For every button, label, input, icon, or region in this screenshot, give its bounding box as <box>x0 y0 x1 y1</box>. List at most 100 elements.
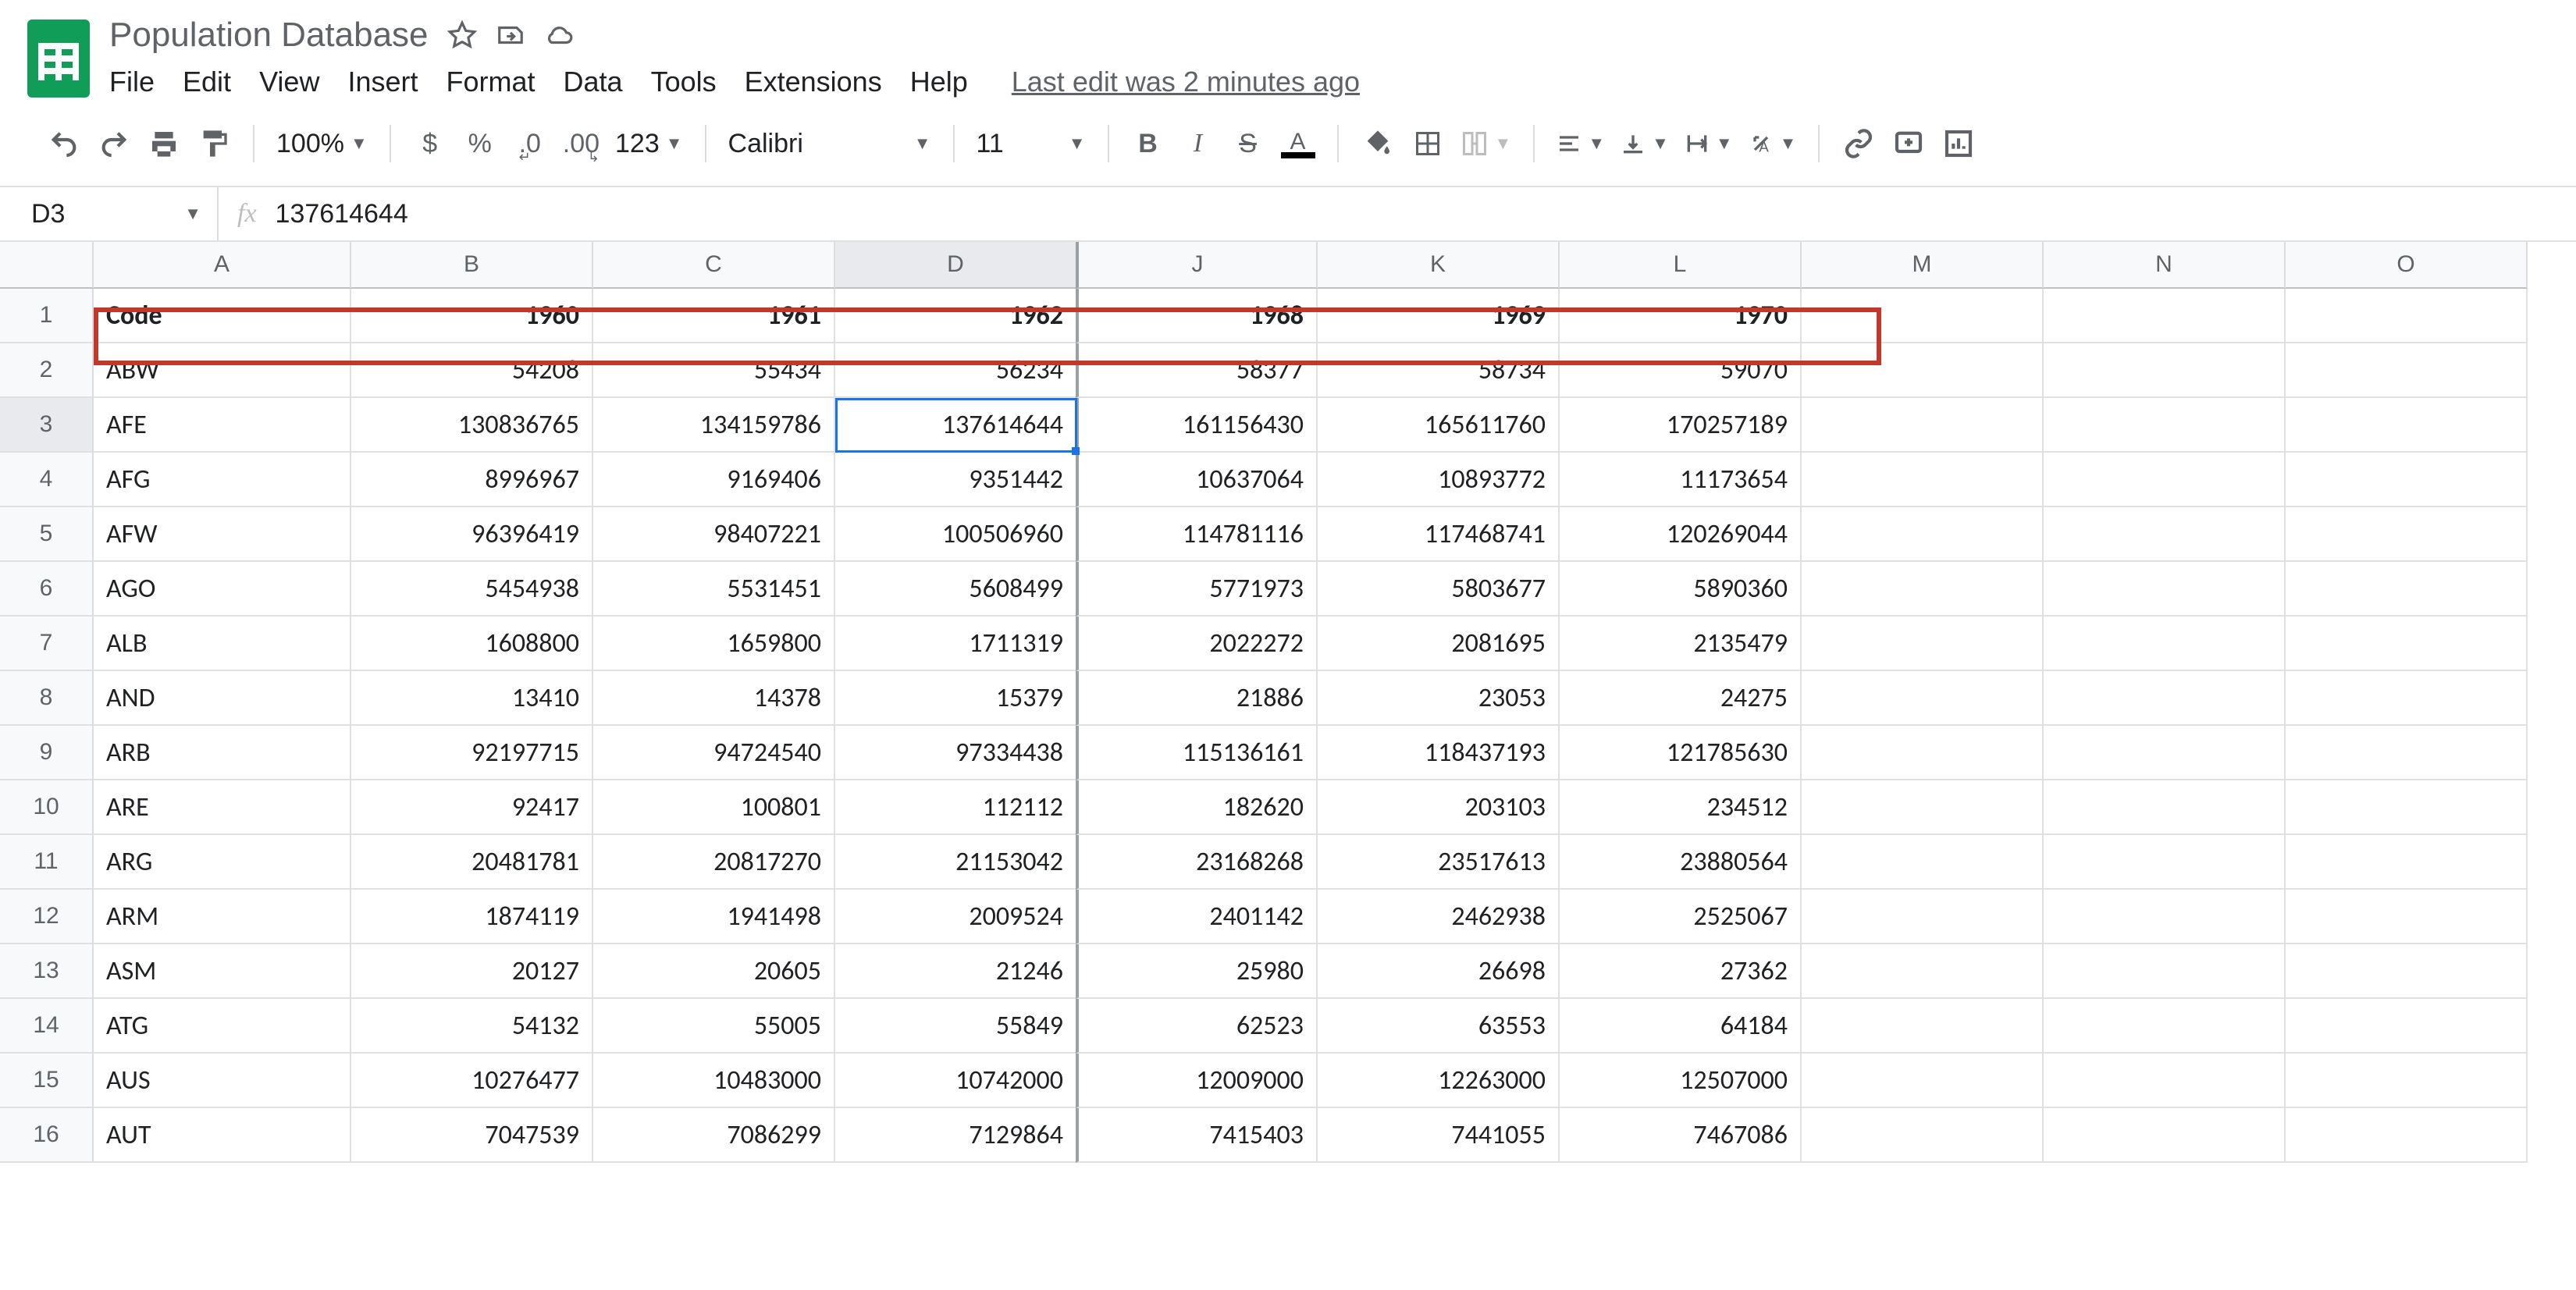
cell[interactable]: 5454938 <box>351 562 593 617</box>
cell[interactable]: AND <box>94 671 351 726</box>
cell[interactable] <box>2044 562 2286 617</box>
menu-insert[interactable]: Insert <box>347 66 418 98</box>
cell[interactable]: 9351442 <box>835 453 1077 507</box>
cell[interactable]: AGO <box>94 562 351 617</box>
cell[interactable] <box>1802 780 2044 835</box>
row-head-12[interactable]: 12 <box>0 890 94 944</box>
cell[interactable] <box>2044 1054 2286 1108</box>
cell[interactable] <box>2044 890 2286 944</box>
cell[interactable]: 137614644 <box>835 398 1077 453</box>
cell[interactable]: 10483000 <box>593 1054 835 1108</box>
zoom-select[interactable]: 100%▼ <box>276 129 368 159</box>
cell[interactable] <box>2044 453 2286 507</box>
font-select[interactable]: Calibri▼ <box>728 129 931 159</box>
cell[interactable]: 234512 <box>1560 780 1802 835</box>
cell[interactable]: 1969 <box>1318 289 1560 343</box>
row-head-10[interactable]: 10 <box>0 780 94 835</box>
cell[interactable]: 26698 <box>1318 944 1560 999</box>
cell[interactable]: 10637064 <box>1076 453 1318 507</box>
cell[interactable] <box>2286 289 2528 343</box>
cell[interactable] <box>2044 398 2286 453</box>
cell[interactable]: ASM <box>94 944 351 999</box>
cell[interactable]: 203103 <box>1318 780 1560 835</box>
menu-data[interactable]: Data <box>564 66 623 98</box>
cell[interactable]: 96396419 <box>351 507 593 562</box>
rotate-button[interactable]: A▼ <box>1749 131 1797 156</box>
cell[interactable]: 7129864 <box>835 1108 1077 1163</box>
cell[interactable]: 25980 <box>1076 944 1318 999</box>
cell[interactable]: 58734 <box>1318 343 1560 398</box>
cell[interactable] <box>2286 671 2528 726</box>
cell[interactable] <box>1802 453 2044 507</box>
cell[interactable]: 54208 <box>351 343 593 398</box>
cell[interactable]: 55849 <box>835 999 1077 1054</box>
cell[interactable] <box>2286 453 2528 507</box>
cell[interactable]: 15379 <box>835 671 1077 726</box>
row-head-15[interactable]: 15 <box>0 1054 94 1108</box>
cell[interactable]: 9169406 <box>593 453 835 507</box>
cell[interactable] <box>2286 890 2528 944</box>
cell[interactable] <box>1802 617 2044 671</box>
cell[interactable]: 59070 <box>1560 343 1802 398</box>
cell[interactable]: 134159786 <box>593 398 835 453</box>
cell[interactable]: 54132 <box>351 999 593 1054</box>
cell[interactable]: 1608800 <box>351 617 593 671</box>
name-box[interactable]: D3▼ <box>0 187 219 240</box>
cell[interactable]: ARB <box>94 726 351 780</box>
cell[interactable]: 1970 <box>1560 289 1802 343</box>
cell[interactable]: 5803677 <box>1318 562 1560 617</box>
row-head-7[interactable]: 7 <box>0 617 94 671</box>
cell[interactable]: 10893772 <box>1318 453 1560 507</box>
cell[interactable]: 5890360 <box>1560 562 1802 617</box>
cell[interactable] <box>1802 890 2044 944</box>
cell[interactable]: AUT <box>94 1108 351 1163</box>
cell[interactable]: 24275 <box>1560 671 1802 726</box>
col-head-O[interactable]: O <box>2286 242 2528 289</box>
cell[interactable]: 55434 <box>593 343 835 398</box>
cell[interactable]: 27362 <box>1560 944 1802 999</box>
cell[interactable]: ABW <box>94 343 351 398</box>
cell[interactable] <box>2044 289 2286 343</box>
cell[interactable]: 21153042 <box>835 835 1077 890</box>
cell[interactable]: 13410 <box>351 671 593 726</box>
cell[interactable] <box>2286 343 2528 398</box>
cell[interactable]: 23168268 <box>1076 835 1318 890</box>
cell[interactable]: ARE <box>94 780 351 835</box>
cell[interactable] <box>2044 343 2286 398</box>
col-head-A[interactable]: A <box>94 242 351 289</box>
cell[interactable]: 7467086 <box>1560 1108 1802 1163</box>
valign-button[interactable]: ▼ <box>1621 131 1669 156</box>
cell[interactable] <box>2286 999 2528 1054</box>
chart-icon[interactable] <box>1941 122 1976 165</box>
cell[interactable] <box>2286 835 2528 890</box>
col-head-L[interactable]: L <box>1560 242 1802 289</box>
cell[interactable] <box>2286 1108 2528 1163</box>
cell[interactable]: AFG <box>94 453 351 507</box>
cell[interactable]: 20605 <box>593 944 835 999</box>
cell[interactable]: ARG <box>94 835 351 890</box>
cell[interactable]: 63553 <box>1318 999 1560 1054</box>
cell[interactable] <box>2044 780 2286 835</box>
select-all-corner[interactable] <box>0 242 94 289</box>
cell[interactable]: 1659800 <box>593 617 835 671</box>
borders-button[interactable] <box>1411 122 1445 165</box>
cell[interactable]: 20817270 <box>593 835 835 890</box>
cell[interactable]: 1961 <box>593 289 835 343</box>
cell[interactable]: 118437193 <box>1318 726 1560 780</box>
italic-button[interactable]: I <box>1181 122 1215 165</box>
cell[interactable] <box>1802 398 2044 453</box>
cell[interactable] <box>2286 1054 2528 1108</box>
cell[interactable]: 10742000 <box>835 1054 1077 1108</box>
paint-format-icon[interactable] <box>197 122 231 165</box>
cell[interactable]: 7415403 <box>1076 1108 1318 1163</box>
col-head-N[interactable]: N <box>2044 242 2286 289</box>
row-head-3[interactable]: 3 <box>0 398 94 453</box>
cell[interactable] <box>1802 835 2044 890</box>
cell[interactable]: 8996967 <box>351 453 593 507</box>
cell[interactable]: AUS <box>94 1054 351 1108</box>
cell[interactable]: 165611760 <box>1318 398 1560 453</box>
menu-view[interactable]: View <box>259 66 319 98</box>
halign-button[interactable]: ▼ <box>1557 131 1605 156</box>
col-head-B[interactable]: B <box>351 242 593 289</box>
cell[interactable]: 2022272 <box>1076 617 1318 671</box>
